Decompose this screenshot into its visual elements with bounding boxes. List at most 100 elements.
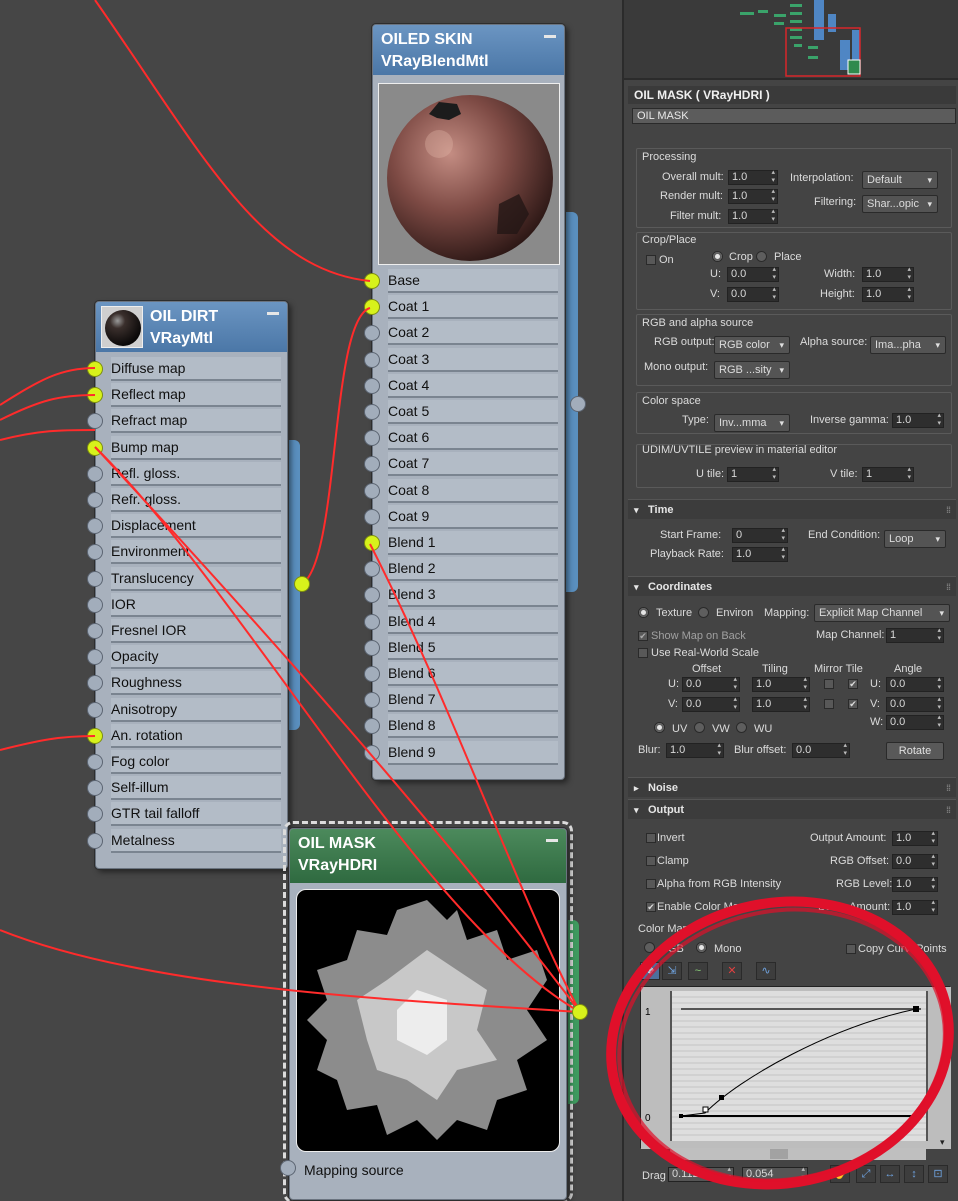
playback-rate-spinner[interactable]: 1.0 [732, 546, 788, 562]
slot-metalness[interactable]: Metalness [87, 828, 287, 854]
output-rollout-header[interactable]: Output ⁞⁞ [628, 799, 956, 820]
mono-output-dropdown[interactable]: RGB ...sity [714, 361, 790, 379]
reset-curve-icon[interactable]: ∿ [756, 962, 776, 980]
w-angle-spinner[interactable]: 0.0 [886, 714, 944, 730]
input-socket[interactable] [364, 456, 380, 473]
input-socket[interactable] [364, 430, 380, 447]
input-socket[interactable] [364, 377, 380, 394]
input-socket[interactable] [364, 535, 380, 551]
input-socket[interactable] [364, 692, 380, 709]
slot-coat-9[interactable]: Coat 9 [364, 504, 564, 530]
crop-radio[interactable] [712, 251, 723, 262]
zoom-horizontal-icon[interactable]: ↔ [880, 1165, 900, 1183]
drag-x-field[interactable]: 0.112 [668, 1166, 734, 1182]
slot-an-rotation[interactable]: An. rotation [87, 723, 287, 749]
color-map-curve-graph[interactable]: 1 0 ▾ [640, 986, 951, 1149]
zoom-extents-icon[interactable]: ⤢ [856, 1165, 876, 1183]
slot-coat-4[interactable]: Coat 4 [364, 373, 564, 399]
slot-blend-5[interactable]: Blend 5 [364, 635, 564, 661]
slot-opacity[interactable]: Opacity [87, 644, 287, 670]
blur-offset-spinner[interactable]: 0.0 [792, 742, 850, 758]
slot-refr-gloss[interactable]: Refr. gloss. [87, 487, 287, 513]
connection-wire[interactable] [0, 429, 96, 441]
oil-dirt-output-socket[interactable] [294, 576, 310, 592]
rgb-output-dropdown[interactable]: RGB color [714, 336, 790, 354]
real-world-scale-checkbox[interactable] [638, 648, 648, 658]
input-socket[interactable] [87, 439, 103, 456]
slot-blend-9[interactable]: Blend 9 [364, 740, 564, 766]
node-oiled-skin[interactable]: OILED SKIN VRayBlendMtl Base Coat 1 Coat… [364, 24, 565, 780]
overall-mult-spinner[interactable]: 1.0 [728, 169, 778, 185]
oil-mask-output-socket[interactable] [572, 1004, 588, 1020]
slot-blend-3[interactable]: Blend 3 [364, 582, 564, 608]
input-socket[interactable] [364, 508, 380, 525]
input-socket[interactable] [87, 492, 103, 508]
rollout-grip-icon[interactable]: ⁞⁞ [946, 800, 951, 820]
slot-refl-gloss[interactable]: Refl. gloss. [87, 461, 287, 487]
alpha-from-rgb-checkbox[interactable] [646, 879, 656, 889]
node-header[interactable]: OILED SKIN VRayBlendMtl [373, 25, 564, 75]
slot-base[interactable]: Base [364, 268, 564, 294]
rollout-grip-icon[interactable]: ⁞⁞ [946, 778, 951, 798]
input-socket[interactable] [87, 806, 103, 823]
interpolation-dropdown[interactable]: Default [862, 171, 938, 189]
pan-icon[interactable]: ✋ [830, 1165, 850, 1183]
node-header[interactable]: OIL MASK VRayHDRI [290, 829, 566, 883]
slot-blend-8[interactable]: Blend 8 [364, 713, 564, 739]
environ-radio[interactable] [698, 607, 709, 618]
slot-reflect-map[interactable]: Reflect map [87, 382, 287, 408]
slot-mapping-source[interactable]: Mapping source [290, 1158, 566, 1184]
slot-self-illum[interactable]: Self-illum [87, 775, 287, 801]
connection-wire[interactable] [0, 394, 96, 421]
slot-blend-4[interactable]: Blend 4 [364, 609, 564, 635]
crop-on-checkbox[interactable] [646, 255, 656, 265]
slot-anisotropy[interactable]: Anisotropy [87, 697, 287, 723]
slot-coat-1[interactable]: Coat 1 [364, 294, 564, 320]
invert-checkbox[interactable] [646, 833, 656, 843]
input-socket[interactable] [87, 413, 103, 430]
mapping-dropdown[interactable]: Explicit Map Channel [814, 604, 950, 622]
input-socket[interactable] [87, 518, 103, 535]
v-mirror-checkbox[interactable] [824, 699, 834, 709]
filter-mult-spinner[interactable]: 1.0 [728, 208, 778, 224]
zoom-region-icon[interactable]: ⊡ [928, 1165, 948, 1183]
coordinates-rollout-header[interactable]: Coordinates ⁞⁞ [628, 576, 956, 597]
copy-curvepoints-checkbox[interactable] [846, 944, 856, 954]
delete-point-icon[interactable]: ✕ [722, 962, 742, 980]
drag-y-field[interactable]: 0.054 [742, 1166, 808, 1182]
wu-radio[interactable] [736, 722, 747, 733]
input-socket[interactable] [87, 465, 103, 482]
input-socket[interactable] [364, 351, 380, 368]
navigator-minimap[interactable] [624, 0, 958, 80]
connection-wire[interactable] [0, 735, 96, 751]
output-amount-spinner[interactable]: 1.0 [892, 830, 938, 846]
scrollbar-thumb[interactable] [770, 1149, 788, 1159]
input-socket[interactable] [87, 701, 103, 718]
minimize-icon[interactable] [544, 35, 556, 38]
oiled-skin-output-socket[interactable] [570, 396, 586, 412]
show-map-on-back-checkbox[interactable]: ✔ [638, 631, 648, 641]
node-oil-dirt[interactable]: OIL DIRT VRayMtl Diffuse map Reflect map R… [87, 301, 288, 869]
minimize-icon[interactable] [546, 839, 558, 842]
slot-bump-map[interactable]: Bump map [87, 435, 287, 461]
input-socket[interactable] [87, 596, 103, 613]
u-tile-spinner[interactable]: 1 [727, 466, 779, 482]
slot-coat-7[interactable]: Coat 7 [364, 451, 564, 477]
crop-width-spinner[interactable]: 1.0 [862, 266, 914, 282]
slot-blend-6[interactable]: Blend 6 [364, 661, 564, 687]
input-socket[interactable] [87, 727, 103, 744]
input-socket[interactable] [87, 570, 103, 587]
enable-color-map-checkbox[interactable]: ✔ [646, 902, 656, 912]
rgb-offset-spinner[interactable]: 0.0 [892, 853, 938, 869]
texture-radio[interactable] [638, 607, 649, 618]
node-header[interactable]: OIL DIRT VRayMtl [96, 302, 287, 352]
minimize-icon[interactable] [267, 312, 279, 315]
slot-ior[interactable]: IOR [87, 592, 287, 618]
uv-radio[interactable] [654, 722, 665, 733]
input-socket[interactable] [364, 639, 380, 656]
map-channel-spinner[interactable]: 1 [886, 627, 944, 643]
input-socket[interactable] [87, 675, 103, 692]
v-tile-spinner[interactable]: 1 [862, 466, 914, 482]
slot-blend-1[interactable]: Blend 1 [364, 530, 564, 556]
slot-blend-2[interactable]: Blend 2 [364, 556, 564, 582]
